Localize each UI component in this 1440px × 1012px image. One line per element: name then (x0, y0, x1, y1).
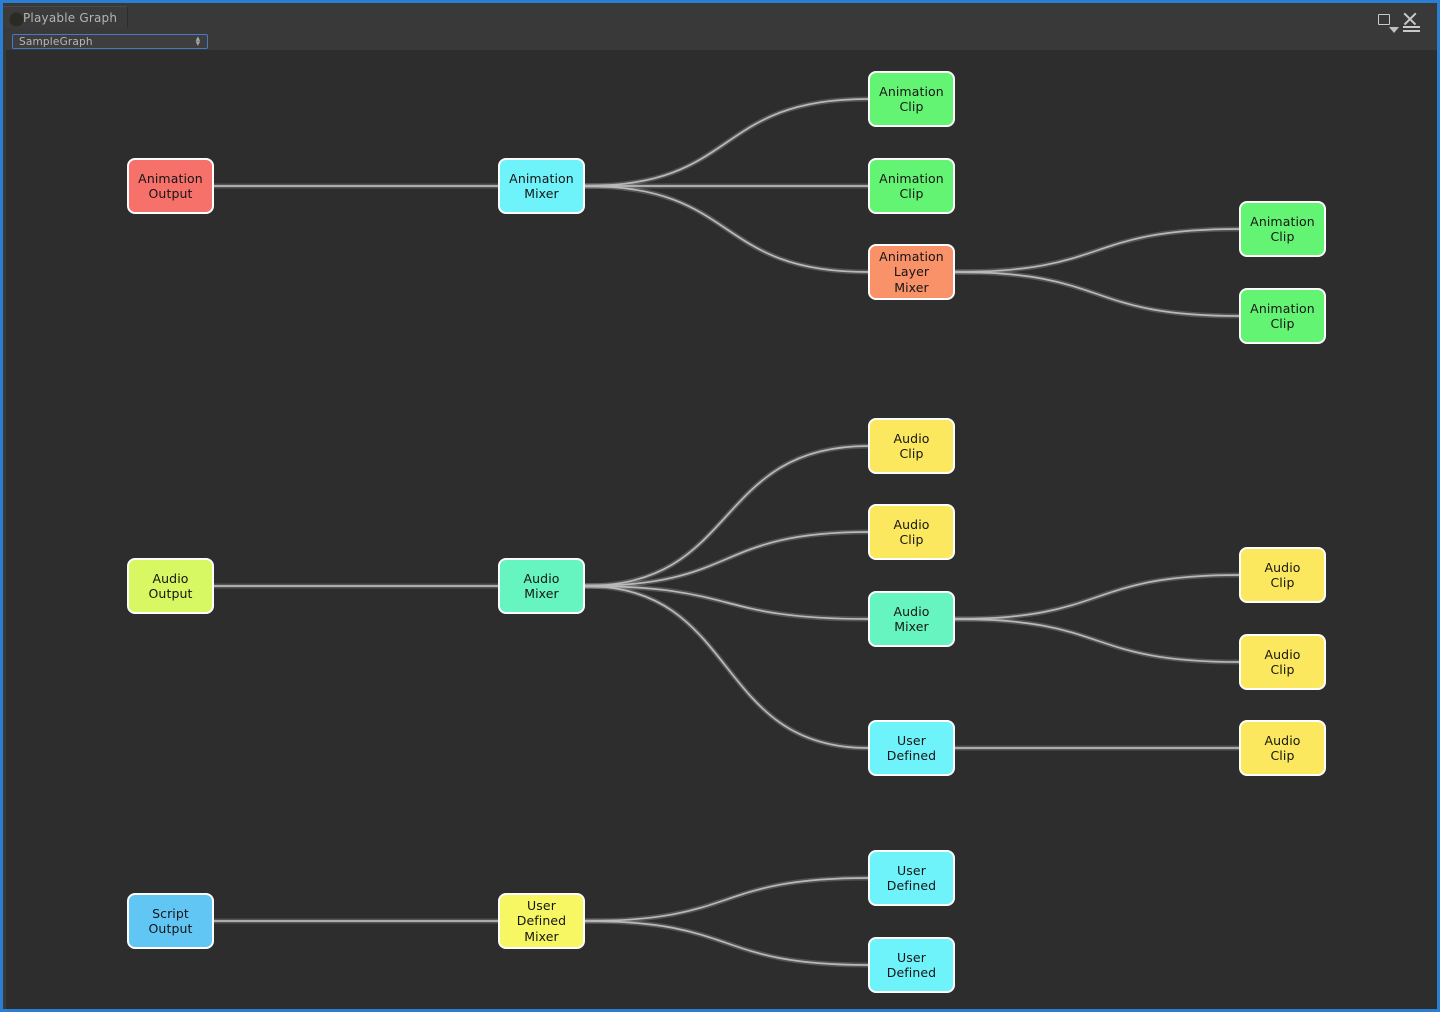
graph-node-label: Animation Clip (1250, 213, 1315, 245)
graph-node-label: Audio Output (148, 570, 193, 602)
graph-node-animation-clip[interactable]: Animation Clip (1239, 288, 1326, 344)
graph-node-audio-mixer[interactable]: Audio Mixer (498, 558, 585, 614)
graph-node-label: Audio Clip (893, 430, 930, 462)
graph-node-audio-clip[interactable]: Audio Clip (1239, 547, 1326, 603)
chevron-updown-icon: ▴ ▾ (194, 35, 202, 49)
graph-node-animation-clip[interactable]: Animation Clip (868, 71, 955, 127)
graph-node-audio-clip[interactable]: Audio Clip (868, 418, 955, 474)
graph-node-label: Audio Clip (1264, 732, 1301, 764)
graph-node-label: User Defined (886, 862, 937, 894)
graph-node-script-output[interactable]: Script Output (127, 893, 214, 949)
maximize-icon[interactable] (1378, 14, 1390, 25)
graph-node-label: User Defined (886, 949, 937, 981)
tab-playable-graph[interactable]: Playable Graph (3, 6, 129, 28)
graph-selector-value: SampleGraph (19, 36, 93, 48)
graph-node-label: Audio Clip (1264, 646, 1301, 678)
graph-node-label: Audio Clip (1264, 559, 1301, 591)
graph-node-user-defined-mixer[interactable]: User Defined Mixer (498, 893, 585, 949)
graph-node-label: Audio Mixer (523, 570, 560, 602)
graph-node-audio-clip[interactable]: Audio Clip (1239, 720, 1326, 776)
graph-node-label: Animation Mixer (509, 170, 574, 202)
graph-node-animation-output[interactable]: Animation Output (127, 158, 214, 214)
graph-node-label: User Defined Mixer (516, 897, 567, 944)
graph-node-animation-clip[interactable]: Animation Clip (1239, 201, 1326, 257)
graph-node-audio-clip[interactable]: Audio Clip (1239, 634, 1326, 690)
graph-node-user-defined[interactable]: User Defined (868, 937, 955, 993)
graph-node-label: Audio Clip (893, 516, 930, 548)
chevron-down-icon: ▾ (195, 39, 201, 49)
graph-nodes: Animation Output Animation Mixer Animation Cl… (6, 50, 1437, 1009)
graph-node-label: Animation Clip (879, 83, 944, 115)
graph-node-label: Animation Clip (879, 170, 944, 202)
graph-canvas[interactable]: Animation Output Animation Mixer Animation Cl… (6, 50, 1437, 1009)
tab-label: Playable Graph (23, 11, 118, 25)
graph-node-label: Animation Clip (1250, 300, 1315, 332)
graph-node-audio-clip[interactable]: Audio Clip (868, 504, 955, 560)
graph-window-icon (9, 12, 24, 27)
playable-graph-window: Playable Graph SampleGraph ▴ ▾ Animation… (0, 0, 1440, 1012)
graph-node-animation-clip[interactable]: Animation Clip (868, 158, 955, 214)
window-titlebar: Playable Graph (3, 6, 1437, 36)
close-icon[interactable] (1402, 11, 1417, 26)
window-controls (1366, 8, 1436, 36)
graph-node-audio-output[interactable]: Audio Output (127, 558, 214, 614)
graph-node-label: Animation Layer Mixer (879, 248, 944, 295)
graph-toolbar: SampleGraph ▴ ▾ (6, 33, 1437, 51)
graph-node-label: User Defined (886, 732, 937, 764)
graph-node-label: Script Output (148, 905, 193, 937)
graph-node-user-defined[interactable]: User Defined (868, 850, 955, 906)
graph-node-audio-mixer[interactable]: Audio Mixer (868, 591, 955, 647)
graph-node-label: Animation Output (138, 170, 203, 202)
graph-node-animation-mixer[interactable]: Animation Mixer (498, 158, 585, 214)
graph-node-label: Audio Mixer (893, 603, 930, 635)
graph-node-animation-layer-mixer[interactable]: Animation Layer Mixer (868, 244, 955, 300)
graph-selector-dropdown[interactable]: SampleGraph ▴ ▾ (12, 34, 208, 49)
graph-node-user-defined[interactable]: User Defined (868, 720, 955, 776)
